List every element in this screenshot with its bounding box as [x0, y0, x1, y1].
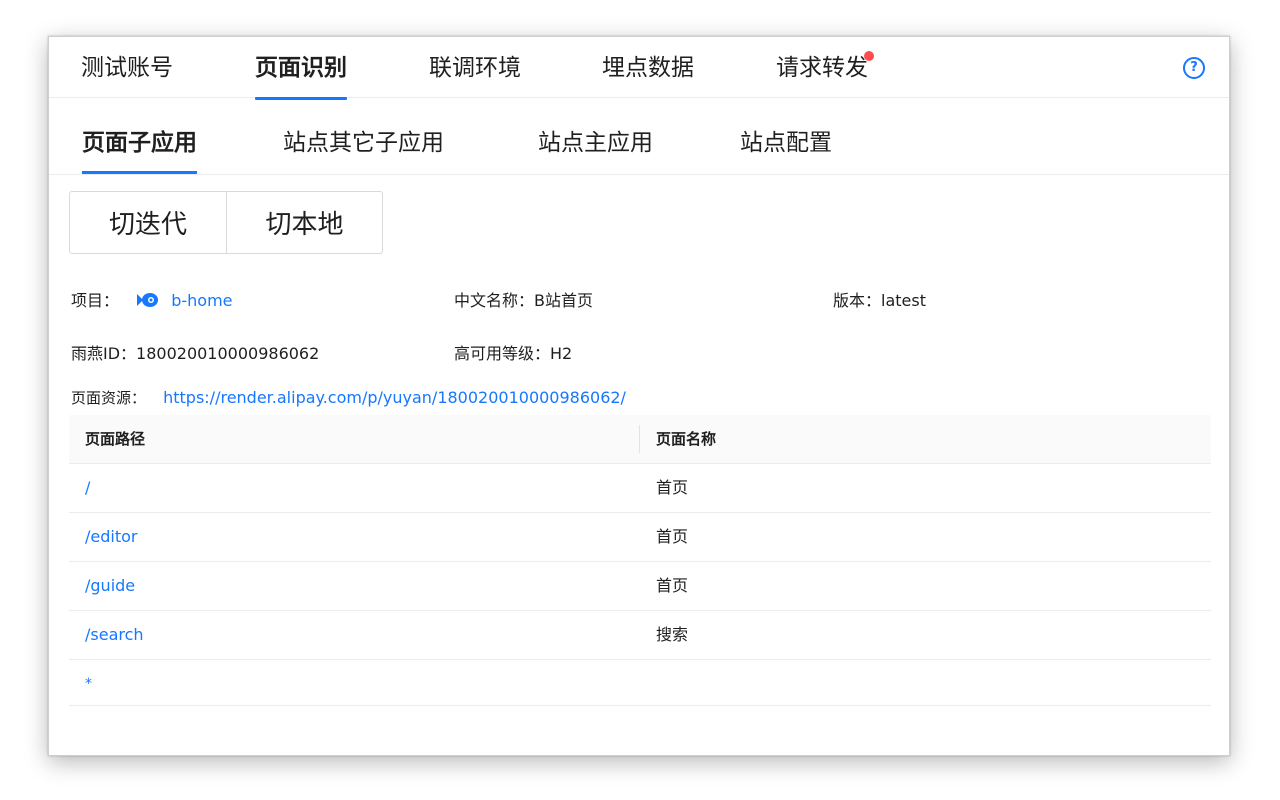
subtab-label: 页面子应用 [82, 130, 197, 156]
chinese-name-label: 中文名称： [454, 291, 535, 310]
fish-logo-icon [137, 293, 159, 307]
column-header-path: 页面路径 [85, 430, 146, 448]
table-row: * [69, 660, 1211, 706]
column-header-name: 页面名称 [656, 430, 717, 448]
sub-tab-bar: 页面子应用 站点其它子应用 站点主应用 站点配置 [49, 98, 1229, 175]
subtab-other-sub-apps[interactable]: 站点其它子应用 [283, 128, 444, 158]
page-resource-link[interactable]: https://render.alipay.com/p/yuyan/180020… [163, 388, 626, 407]
availability-label: 高可用等级： [454, 344, 551, 363]
subtab-label: 站点配置 [740, 130, 832, 156]
project-info: 项目： b-home [71, 290, 233, 312]
tab-test-account[interactable]: 测试账号 [81, 53, 173, 83]
route-page-name: 首页 [656, 576, 689, 595]
switch-button-group: 切迭代 切本地 [69, 191, 383, 254]
tab-label: 埋点数据 [602, 55, 694, 81]
switch-local-button[interactable]: 切本地 [227, 191, 383, 254]
project-label: 项目： [71, 291, 120, 310]
page-resource-info: 页面资源： https://render.alipay.com/p/yuyan/… [71, 387, 626, 409]
tab-tracking-data[interactable]: 埋点数据 [602, 53, 694, 83]
subtab-main-app[interactable]: 站点主应用 [538, 128, 653, 158]
version-value: latest [881, 291, 926, 310]
table-row: /search 搜索 [69, 611, 1211, 660]
table-row: /guide 首页 [69, 562, 1211, 611]
subtab-label: 站点其它子应用 [283, 130, 444, 156]
tab-label: 联调环境 [429, 55, 521, 81]
route-path-link[interactable]: * [85, 660, 92, 708]
tab-label: 请求转发 [776, 55, 868, 81]
notification-dot [864, 51, 874, 61]
subtab-site-config[interactable]: 站点配置 [740, 128, 832, 158]
route-path-link[interactable]: /guide [85, 562, 135, 610]
route-path-link[interactable]: / [85, 464, 90, 512]
active-subtab-indicator [82, 171, 197, 174]
table-header: 页面路径 页面名称 [69, 415, 1211, 464]
project-link[interactable]: b-home [171, 291, 232, 310]
route-page-name: 搜索 [656, 625, 689, 644]
column-divider [639, 425, 640, 453]
route-path-link[interactable]: /search [85, 611, 144, 659]
top-tab-bar: 测试账号 页面识别 联调环境 埋点数据 请求转发 ? [49, 37, 1229, 100]
chinese-name-value: B站首页 [534, 291, 593, 310]
subtab-page-sub-app[interactable]: 页面子应用 [82, 128, 197, 174]
version-info: 版本：latest [833, 290, 926, 312]
route-page-name: 首页 [656, 527, 689, 546]
tab-label: 测试账号 [81, 55, 173, 81]
app-window: 测试账号 页面识别 联调环境 埋点数据 请求转发 ? 页面子应用 站点其它子应用… [48, 36, 1230, 756]
yuyan-id-info: 雨燕ID：180020010000986062 [71, 343, 319, 365]
tab-request-forward[interactable]: 请求转发 [776, 51, 874, 83]
yuyan-id-label: 雨燕ID： [71, 344, 137, 363]
switch-iteration-button[interactable]: 切迭代 [69, 191, 227, 254]
tab-label: 页面识别 [255, 55, 347, 81]
availability-value: H2 [550, 344, 573, 363]
availability-info: 高可用等级：H2 [454, 343, 572, 365]
subtab-label: 站点主应用 [538, 130, 653, 156]
route-page-name: 首页 [656, 478, 689, 497]
table-row: / 首页 [69, 464, 1211, 513]
tab-page-recognition[interactable]: 页面识别 [255, 53, 347, 100]
page-resource-label: 页面资源： [71, 389, 147, 407]
yuyan-id-value: 180020010000986062 [136, 344, 320, 363]
chinese-name-info: 中文名称：B站首页 [454, 290, 593, 312]
version-label: 版本： [833, 291, 882, 310]
tab-joint-debug-env[interactable]: 联调环境 [429, 53, 521, 83]
question-circle-icon[interactable]: ? [1183, 57, 1205, 79]
table-row: /editor 首页 [69, 513, 1211, 562]
page-route-table: 页面路径 页面名称 / 首页 /editor 首页 /guide 首页 /sea… [69, 415, 1211, 706]
route-path-link[interactable]: /editor [85, 513, 137, 561]
